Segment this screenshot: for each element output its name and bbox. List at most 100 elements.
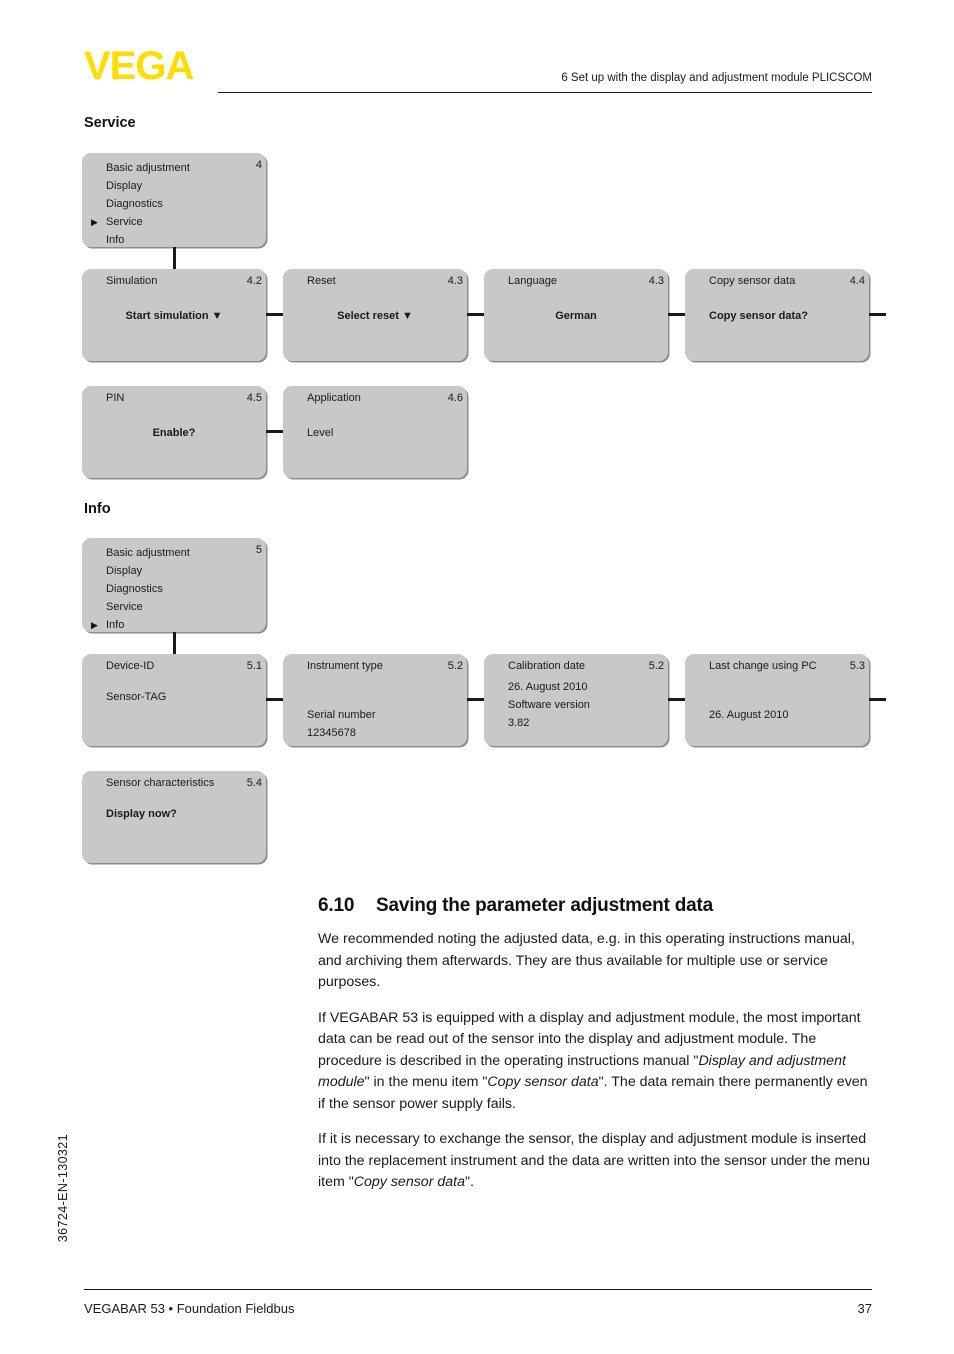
node-title: Sensor characteristics bbox=[106, 777, 215, 789]
node-body: Display now? bbox=[106, 805, 256, 823]
section-heading-service: Service bbox=[84, 115, 136, 131]
node-number: 5.4 bbox=[246, 777, 262, 789]
node-title: Application bbox=[307, 392, 361, 404]
node-title: Copy sensor data bbox=[709, 275, 796, 287]
node-title: Instrument type bbox=[307, 660, 383, 672]
node-number: 4.2 bbox=[246, 275, 262, 287]
connector-pin-application bbox=[266, 430, 283, 433]
node-calibration-date[interactable]: Calibration date 5.2 26. August 2010 Sof… bbox=[484, 654, 668, 746]
menu-node-info[interactable]: 5 Basic adjustment Display Diagnostics S… bbox=[82, 538, 266, 634]
node-value: 26. August 2010 bbox=[709, 709, 789, 721]
page-number: 37 bbox=[857, 1301, 872, 1316]
node-number: 4.6 bbox=[447, 392, 463, 404]
menu-item-basic-adjustment[interactable]: Basic adjustment bbox=[106, 544, 190, 562]
node-number: 5 bbox=[255, 544, 262, 556]
connector-reset-language bbox=[467, 313, 484, 316]
menu-item-display[interactable]: Display bbox=[106, 177, 190, 195]
menu-item-display[interactable]: Display bbox=[106, 562, 190, 580]
node-simulation[interactable]: Simulation 4.2 Start simulation ▼ bbox=[82, 269, 266, 361]
header-divider bbox=[218, 92, 872, 93]
connector-calibrationdate-lastchange bbox=[668, 698, 685, 701]
menu-node-service[interactable]: 4 Basic adjustment Display Diagnostics S… bbox=[82, 153, 266, 247]
section-heading-info: Info bbox=[84, 501, 111, 517]
paragraph-2-italic-2: Copy sensor data bbox=[487, 1074, 599, 1090]
menu-item-service[interactable]: Service bbox=[106, 598, 190, 616]
node-value: German bbox=[555, 310, 597, 322]
menu-item-info[interactable]: Info bbox=[91, 616, 190, 634]
paragraph-3-text-2: ". bbox=[464, 1174, 474, 1190]
node-body: Serial number 12345678 bbox=[307, 706, 457, 742]
node-value: Start simulation ▼ bbox=[125, 310, 223, 322]
node-number: 4.3 bbox=[447, 275, 463, 287]
node-body: Sensor-TAG bbox=[106, 688, 256, 706]
node-value-line-1: 26. August 2010 bbox=[508, 681, 588, 693]
node-title: Simulation bbox=[106, 275, 158, 287]
node-body: 26. August 2010 bbox=[709, 706, 859, 724]
page-header: VEGA 6 Set up with the display and adjus… bbox=[0, 0, 954, 100]
menu-item-info[interactable]: Info bbox=[106, 231, 190, 249]
node-value-line-1: Serial number bbox=[307, 709, 376, 721]
node-number: 4.4 bbox=[849, 275, 865, 287]
menu-item-diagnostics[interactable]: Diagnostics bbox=[106, 195, 190, 213]
node-number: 4 bbox=[255, 159, 262, 171]
node-pin[interactable]: PIN 4.5 Enable? bbox=[82, 386, 266, 478]
node-value-line-3: 3.82 bbox=[508, 717, 530, 729]
node-value: Level bbox=[307, 427, 334, 439]
paragraph-2-text-2: " in the menu item " bbox=[364, 1074, 488, 1090]
chapter-content: 6.10 Saving the parameter adjustment data… bbox=[318, 895, 874, 1208]
node-number: 5.1 bbox=[246, 660, 262, 672]
node-body: Select reset ▼ bbox=[293, 307, 457, 325]
menu-item-service[interactable]: Service bbox=[91, 213, 190, 231]
node-language[interactable]: Language 4.3 German bbox=[484, 269, 668, 361]
node-body: 26. August 2010 Software version 3.82 bbox=[508, 678, 658, 732]
node-title: Reset bbox=[307, 275, 336, 287]
node-value: Display now? bbox=[106, 808, 177, 820]
node-title: PIN bbox=[106, 392, 125, 404]
node-reset[interactable]: Reset 4.3 Select reset ▼ bbox=[283, 269, 467, 361]
node-copy-sensor-data[interactable]: Copy sensor data 4.4 Copy sensor data? bbox=[685, 269, 869, 361]
node-title: Last change using PC bbox=[709, 660, 817, 672]
connector-service-vertical bbox=[173, 247, 176, 269]
node-title: Calibration date bbox=[508, 660, 586, 672]
footer-divider bbox=[84, 1289, 872, 1290]
connector-info-rowwrap-right bbox=[869, 698, 886, 701]
node-number: 5.3 bbox=[849, 660, 865, 672]
node-body: Start simulation ▼ bbox=[92, 307, 256, 325]
node-application[interactable]: Application 4.6 Level bbox=[283, 386, 467, 478]
chapter-heading: 6.10 Saving the parameter adjustment data bbox=[318, 895, 874, 917]
menu-item-diagnostics[interactable]: Diagnostics bbox=[106, 580, 190, 598]
connector-instrumenttype-calibrationdate bbox=[467, 698, 484, 701]
chapter-number: 6.10 bbox=[318, 895, 355, 916]
chapter-title: Saving the parameter adjustment data bbox=[376, 895, 714, 916]
node-number: 5.2 bbox=[447, 660, 463, 672]
chapter-paragraph-1: We recommended noting the adjusted data,… bbox=[318, 931, 855, 990]
node-number: 4.5 bbox=[246, 392, 262, 404]
node-title: Device-ID bbox=[106, 660, 155, 672]
node-body: Level bbox=[307, 424, 457, 442]
connector-simulation-reset bbox=[266, 313, 283, 316]
header-chapter-title: 6 Set up with the display and adjustment… bbox=[561, 72, 872, 84]
node-sensor-characteristics[interactable]: Sensor characteristics 5.4 Display now? bbox=[82, 771, 266, 863]
menu-item-list: Basic adjustment Display Diagnostics Ser… bbox=[91, 544, 190, 634]
node-value-line-2: Software version bbox=[508, 699, 590, 711]
chapter-paragraph-3: If it is necessary to exchange the senso… bbox=[318, 1129, 874, 1194]
node-number: 4.3 bbox=[648, 275, 664, 287]
connector-deviceid-instrumenttype bbox=[266, 698, 283, 701]
node-value: Select reset ▼ bbox=[337, 310, 413, 322]
node-last-change-using-pc[interactable]: Last change using PC 5.3 26. August 2010 bbox=[685, 654, 869, 746]
node-device-id[interactable]: Device-ID 5.1 Sensor-TAG bbox=[82, 654, 266, 746]
node-body: German bbox=[494, 307, 658, 325]
node-instrument-type[interactable]: Instrument type 5.2 Serial number 123456… bbox=[283, 654, 467, 746]
connector-service-rowwrap-right bbox=[869, 313, 886, 316]
node-title: Language bbox=[508, 275, 557, 287]
node-value: Copy sensor data? bbox=[709, 310, 809, 322]
node-number: 5.2 bbox=[648, 660, 664, 672]
node-value: Enable? bbox=[152, 427, 196, 439]
node-value-line-2: 12345678 bbox=[307, 727, 356, 739]
connector-info-vertical bbox=[173, 632, 176, 654]
menu-item-basic-adjustment[interactable]: Basic adjustment bbox=[106, 159, 190, 177]
node-value: Sensor-TAG bbox=[106, 691, 167, 703]
vega-logo: VEGA bbox=[84, 44, 194, 88]
paragraph-3-italic-1: Copy sensor data bbox=[353, 1174, 465, 1190]
node-body: Enable? bbox=[92, 424, 256, 442]
